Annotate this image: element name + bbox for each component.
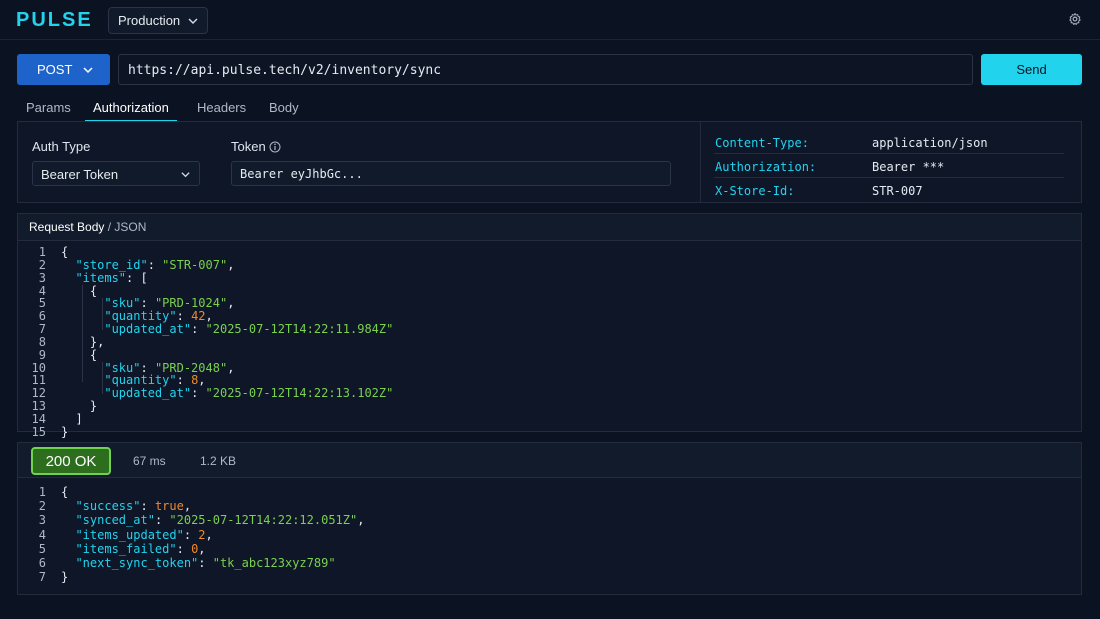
response-panel: 200 OK 67 ms 1.2 KB 1{2 "success": true,… (17, 442, 1082, 595)
response-size: 1.2 KB (200, 454, 237, 468)
code-text: "synced_at": "2025-07-12T14:22:12.051Z", (75, 513, 365, 528)
code-text: ] (61, 411, 83, 426)
token-input[interactable]: Bearer eyJhbGc... (231, 161, 671, 186)
response-time: 67 ms (133, 454, 166, 468)
status-badge: 200 OK (31, 447, 111, 475)
request-body-format: JSON (114, 220, 147, 234)
code-line: 2 "store_id": "STR-007", (18, 257, 1081, 272)
tab-authorization[interactable]: Authorization (85, 96, 177, 122)
code-line: 7} (18, 570, 1081, 584)
authorization-panel: Auth Type Bearer Token Token Bearer eyJh… (17, 121, 1082, 203)
line-number: 14 (31, 411, 46, 426)
line-number: 3 (38, 513, 46, 528)
code-text: { (61, 347, 98, 362)
header-value: application/json (872, 136, 988, 150)
request-body-header: Request Body / JSON (18, 214, 1081, 241)
app-logo: PULSE (16, 9, 93, 31)
code-line: 5 "items_failed": 0, (18, 542, 1081, 556)
header-value: STR-007 (872, 184, 923, 198)
line-number: 6 (38, 555, 46, 570)
header-key: X-Store-Id: (715, 184, 795, 198)
method-value: POST (37, 62, 73, 77)
header-key: Authorization: (715, 160, 817, 174)
code-line: 8 }, (18, 336, 1081, 349)
send-button[interactable]: Send (981, 54, 1082, 85)
code-text: }, (61, 334, 105, 349)
line-number: 15 (31, 424, 46, 439)
header-row: Content-Type: application/json (714, 130, 1064, 154)
environment-select[interactable]: Production (108, 7, 208, 34)
auth-type-label: Auth Type (32, 139, 91, 154)
code-line: 1{ (18, 485, 1081, 499)
header-row: Authorization: Bearer *** (714, 154, 1064, 178)
code-line: 12 "updated_at": "2025-07-12T14:22:13.10… (18, 387, 1081, 400)
code-text: "items_updated": 2, (75, 527, 213, 542)
line-number: 3 (38, 270, 46, 285)
code-line: 3 "items": [ (18, 270, 1081, 285)
tab-headers[interactable]: Headers (197, 96, 246, 122)
token-label: Token (231, 139, 266, 154)
info-icon[interactable] (269, 140, 281, 158)
response-header: 200 OK 67 ms 1.2 KB (18, 443, 1081, 478)
auth-type-select[interactable]: Bearer Token (32, 161, 200, 186)
code-text: "items": [ (75, 270, 148, 285)
headers-summary: Content-Type: application/json Authoriza… (700, 122, 1082, 202)
code-text: "success": true, (75, 499, 192, 514)
line-number: 2 (38, 257, 46, 272)
line-number: 4 (38, 527, 46, 542)
code-line: 4 "items_updated": 2, (18, 528, 1081, 542)
code-text: "updated_at": "2025-07-12T14:22:13.102Z" (104, 386, 394, 401)
code-line: 15} (18, 424, 1081, 439)
tab-params[interactable]: Params (26, 96, 71, 122)
auth-type-value: Bearer Token (41, 167, 119, 182)
top-bar: PULSE Production (0, 0, 1100, 40)
url-input[interactable]: https://api.pulse.tech/v2/inventory/sync (118, 54, 973, 85)
line-number: 2 (38, 499, 46, 514)
request-body-editor[interactable]: 1{2 "store_id": "STR-007", 3 "items": [4 … (18, 246, 1081, 439)
tab-body[interactable]: Body (269, 96, 299, 122)
code-line: 7 "updated_at": "2025-07-12T14:22:11.984… (18, 323, 1081, 336)
code-line: 14 ] (18, 413, 1081, 426)
environment-value: Production (118, 13, 181, 28)
line-number: 9 (38, 347, 46, 362)
code-text: { (61, 485, 69, 499)
line-number: 7 (38, 570, 46, 585)
line-number: 8 (38, 334, 46, 349)
code-text: { (61, 245, 69, 259)
code-text: "updated_at": "2025-07-12T14:22:11.984Z" (104, 322, 394, 337)
response-body-viewer: 1{2 "success": true, 3 "synced_at": "2025… (18, 485, 1081, 584)
settings-gear-icon[interactable] (1068, 12, 1082, 31)
code-line: 6 "next_sync_token": "tk_abc123xyz789" (18, 556, 1081, 570)
code-line: 2 "success": true, (18, 499, 1081, 513)
line-number: 1 (38, 245, 46, 259)
method-select[interactable]: POST (17, 54, 110, 85)
header-value: Bearer *** (872, 160, 945, 174)
request-body-title: Request Body (29, 220, 105, 234)
line-number: 5 (38, 541, 46, 556)
code-text: "items_failed": 0, (75, 541, 206, 556)
chevron-down-icon (180, 168, 191, 183)
header-row: X-Store-Id: STR-007 (714, 178, 1064, 202)
header-key: Content-Type: (715, 136, 809, 150)
code-text: } (61, 570, 69, 585)
chevron-down-icon (82, 64, 94, 79)
code-line: 13 } (18, 400, 1081, 413)
code-text: "next_sync_token": "tk_abc123xyz789" (75, 555, 336, 570)
line-number: 7 (38, 322, 46, 337)
chevron-down-icon (187, 15, 199, 30)
request-body-panel: Request Body / JSON 1 {2 "store_id": "STR… (17, 213, 1082, 438)
code-line: 3 "synced_at": "2025-07-12T14:22:12.051Z… (18, 513, 1081, 527)
code-text: } (61, 424, 69, 439)
line-number: 1 (38, 485, 46, 499)
